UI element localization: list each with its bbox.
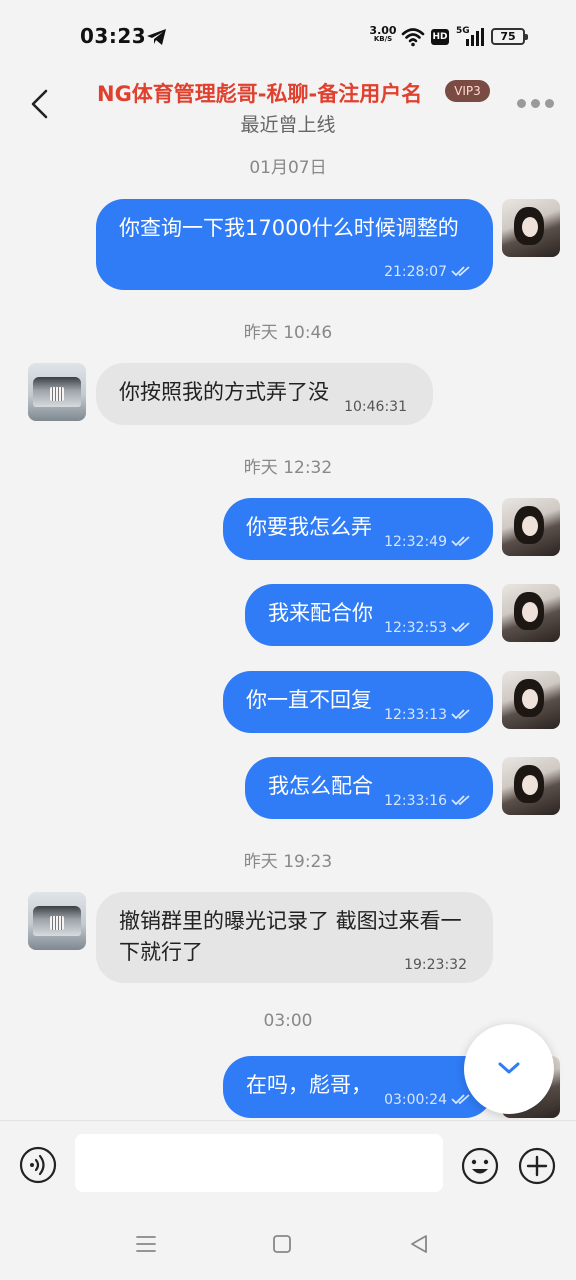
signal-icon: 5G	[456, 26, 486, 46]
date-separator: 01月07日	[249, 158, 327, 178]
double-check-icon	[451, 795, 470, 806]
message-meta: 03:00:24	[384, 1092, 471, 1108]
avatar[interactable]	[28, 363, 86, 421]
message-text: 你按照我的方式弄了没	[119, 380, 329, 404]
message-text: 我来配合你	[268, 601, 373, 625]
chevron-down-icon	[498, 1062, 520, 1074]
message-time: 19:23:32	[404, 957, 467, 973]
date-separator: 昨天 12:32	[243, 458, 333, 478]
network-speed: 3.00 KB/S	[369, 24, 397, 43]
emoji-icon[interactable]	[461, 1147, 499, 1185]
message-text: 在吗，彪哥，	[246, 1073, 372, 1097]
outgoing-message-bubble[interactable]: 在吗，彪哥， 03:00:24	[223, 1056, 493, 1118]
avatar[interactable]	[28, 892, 86, 950]
message-time: 12:33:13	[384, 707, 447, 723]
message-composer	[0, 1120, 576, 1208]
message-time: 21:28:07	[384, 264, 447, 280]
outgoing-message-bubble[interactable]: 你一直不回复 12:33:13	[223, 671, 493, 733]
voice-icon[interactable]	[19, 1146, 57, 1184]
message-meta: 12:33:16	[384, 793, 471, 809]
home-icon[interactable]	[272, 1234, 292, 1254]
status-time: 03:23	[80, 24, 147, 48]
message-meta: 21:28:07	[384, 264, 471, 280]
message-time: 12:32:49	[384, 534, 447, 550]
system-nav-bar	[0, 1208, 576, 1280]
avatar[interactable]	[502, 584, 560, 642]
battery-level: 75	[500, 30, 516, 43]
outgoing-message-bubble[interactable]: 我来配合你 12:32:53	[245, 584, 493, 646]
outgoing-message-bubble[interactable]: 我怎么配合 12:33:16	[245, 757, 493, 819]
online-status: 最近曾上线	[240, 114, 336, 136]
more-dots-icon[interactable]	[517, 99, 555, 109]
message-text: 我怎么配合	[268, 774, 373, 798]
avatar[interactable]	[502, 199, 560, 257]
double-check-icon	[451, 1094, 470, 1105]
status-bar: 03:23 3.00 KB/S HD 5G 75	[0, 0, 576, 72]
message-time: 03:00:24	[384, 1092, 447, 1108]
plus-icon[interactable]	[518, 1147, 556, 1185]
message-time: 12:33:16	[384, 793, 447, 809]
double-check-icon	[451, 622, 470, 633]
telegram-icon	[147, 29, 166, 45]
chat-title[interactable]: NG体育管理彪哥-私聊-备注用户名	[97, 78, 422, 108]
vip-badge: VIP3	[445, 80, 490, 102]
message-text: 你一直不回复	[246, 688, 372, 712]
double-check-icon	[451, 709, 470, 720]
nav-back-icon[interactable]	[408, 1233, 430, 1255]
message-time: 10:46:31	[344, 399, 407, 415]
avatar[interactable]	[502, 757, 560, 815]
battery-icon: 75	[491, 28, 528, 45]
recent-apps-icon[interactable]	[135, 1233, 157, 1255]
scroll-to-bottom-button[interactable]	[464, 1024, 554, 1114]
hd-badge: HD	[431, 29, 449, 45]
chat-header: NG体育管理彪哥-私聊-备注用户名 VIP3 最近曾上线	[0, 72, 576, 142]
message-meta: 12:33:13	[384, 707, 471, 723]
incoming-message-bubble[interactable]: 撤销群里的曝光记录了 截图过来看一下就行了 19:23:32	[96, 892, 493, 983]
message-meta: 12:32:49	[384, 534, 471, 550]
incoming-message-bubble[interactable]: 你按照我的方式弄了没 10:46:31	[96, 363, 433, 425]
date-separator: 昨天 10:46	[243, 323, 333, 343]
message-meta: 12:32:53	[384, 620, 471, 636]
double-check-icon	[451, 266, 470, 277]
message-time: 12:32:53	[384, 620, 447, 636]
avatar[interactable]	[502, 671, 560, 729]
message-input[interactable]	[75, 1134, 443, 1192]
outgoing-message-bubble[interactable]: 你查询一下我17000什么时候调整的 21:28:07	[96, 199, 493, 290]
message-text: 你查询一下我17000什么时候调整的	[119, 216, 459, 240]
double-check-icon	[451, 536, 470, 547]
message-text: 你要我怎么弄	[246, 515, 372, 539]
wifi-icon	[401, 28, 425, 47]
avatar[interactable]	[502, 498, 560, 556]
date-separator: 昨天 19:23	[243, 852, 333, 872]
outgoing-message-bubble[interactable]: 你要我怎么弄 12:32:49	[223, 498, 493, 560]
